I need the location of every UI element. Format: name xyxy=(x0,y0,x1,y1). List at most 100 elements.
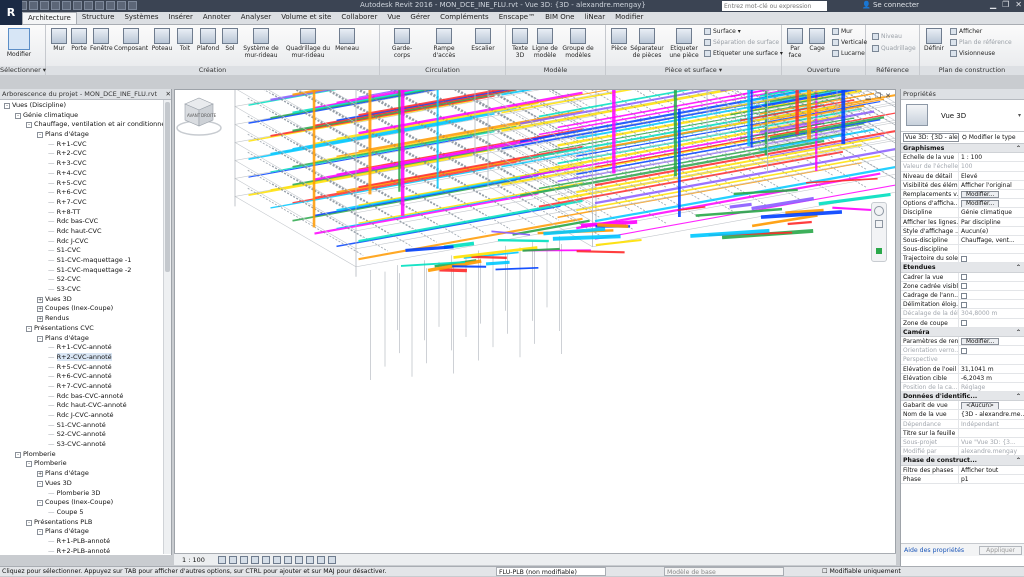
tree-item[interactable]: -Présentations PLB xyxy=(0,518,171,528)
tree-item[interactable]: — Coupe 5 xyxy=(0,508,171,518)
collapse-icon[interactable]: - xyxy=(26,520,32,526)
tree-item[interactable]: — R+2-CVC xyxy=(0,149,171,159)
section-icon[interactable] xyxy=(106,1,115,10)
ribbon-button-ouv-btns-1[interactable]: Cage xyxy=(806,28,828,53)
property-checkbox[interactable] xyxy=(961,293,967,299)
tree-item[interactable]: — R+7-CVC-annoté xyxy=(0,382,171,392)
minimize-view-icon[interactable]: ▁ xyxy=(865,92,870,100)
property-value[interactable]: 1 : 100 xyxy=(959,153,1024,161)
ribbon-button-creation-btns-6[interactable]: Plafond xyxy=(196,28,220,53)
property-checkbox[interactable] xyxy=(961,283,967,289)
ribbon-button-circ-btns-0[interactable]: Garde-corps xyxy=(384,28,420,59)
viewcube-right-label[interactable]: DROITE xyxy=(201,113,217,118)
editable-only-toggle[interactable]: ☐ Modifiable uniquement xyxy=(822,567,901,576)
tree-item[interactable]: — S3-CVC xyxy=(0,285,171,295)
property-edit-button[interactable]: <Aucun> xyxy=(961,402,999,409)
apply-button[interactable]: Appliquer xyxy=(979,546,1022,555)
show-crop-icon[interactable] xyxy=(284,556,292,564)
collapse-section-icon[interactable]: ⌃ xyxy=(1016,328,1021,336)
tree-item[interactable]: — R+4-CVC xyxy=(0,169,171,179)
tree-item[interactable]: -Plans d'étage xyxy=(0,527,171,537)
close-icon[interactable]: ✕ xyxy=(1015,0,1022,9)
viewcube-front-label[interactable]: AVANT xyxy=(187,113,201,118)
text-icon[interactable] xyxy=(84,1,93,10)
wall-opening-button[interactable]: Mur xyxy=(832,28,852,35)
tree-item[interactable]: — S1-CVC-maquettage -2 xyxy=(0,266,171,276)
property-value[interactable]: 31,1041 m xyxy=(959,365,1024,373)
design-option-selector[interactable]: Modèle de base xyxy=(664,567,784,576)
3d-viewport[interactable]: ▁ ❐ ✕ AVANT DROITE xyxy=(174,89,896,555)
tab-2[interactable]: Systèmes xyxy=(119,12,163,24)
tree-item[interactable]: — S3-CVC-annoté xyxy=(0,440,171,450)
property-value[interactable] xyxy=(959,254,1024,262)
type-selector[interactable]: Vue 3D ▾ xyxy=(901,100,1024,132)
tree-item[interactable]: — Rdc haut-CVC-annoté xyxy=(0,401,171,411)
ribbon-button-creation-btns-5[interactable]: Toit xyxy=(176,28,194,53)
close-view-icon[interactable]: ✕ xyxy=(885,92,891,100)
render-icon[interactable] xyxy=(262,556,270,564)
zoom-icon[interactable] xyxy=(875,220,883,228)
ribbon-button-creation-btns-10[interactable]: Meneau xyxy=(334,28,360,53)
properties-help-link[interactable]: Aide des propriétés xyxy=(904,547,964,554)
sign-in-link[interactable]: 👤 Se connecter xyxy=(862,1,919,9)
ribbon-button-circ-btns-1[interactable]: Rampe d'accès xyxy=(422,28,466,59)
ribbon-button-creation-btns-1[interactable]: Porte xyxy=(70,28,88,53)
property-value[interactable]: Modifier... xyxy=(959,190,1024,198)
tree-item[interactable]: -Vues (Discipline) xyxy=(0,101,171,111)
shadows-icon[interactable] xyxy=(251,556,259,564)
tree-item[interactable]: — R+1-CVC-annoté xyxy=(0,343,171,353)
ribbon-button-model-btns-0[interactable]: Texte 3D xyxy=(510,28,530,59)
tree-item[interactable]: -Plomberie xyxy=(0,459,171,469)
tree-item[interactable]: — R+1-CVC xyxy=(0,140,171,150)
print-icon[interactable] xyxy=(62,1,71,10)
tree-item[interactable]: — Rdc bas-CVC xyxy=(0,217,171,227)
tree-item[interactable]: — Rdc J-CVC-annoté xyxy=(0,411,171,421)
area-button[interactable]: Surface ▾ xyxy=(704,28,741,35)
tree-item[interactable]: +Rendus xyxy=(0,314,171,324)
tree-item[interactable]: -Génie climatique xyxy=(0,111,171,121)
property-value[interactable] xyxy=(959,245,1024,253)
ribbon-button-creation-btns-7[interactable]: Sol xyxy=(222,28,238,53)
collapse-icon[interactable]: - xyxy=(15,113,21,119)
tab-14[interactable]: Modifier xyxy=(610,12,648,24)
tree-item[interactable]: -Plans d'étage xyxy=(0,334,171,344)
reveal-hidden-icon[interactable] xyxy=(317,556,325,564)
tag-area-button[interactable]: Etiqueter une surface ▾ xyxy=(704,50,783,57)
view-scale[interactable]: 1 : 100 xyxy=(182,556,205,564)
tree-item[interactable]: — S2-CVC xyxy=(0,275,171,285)
tree-item[interactable]: -Coupes (Inex-Coupe) xyxy=(0,498,171,508)
property-value[interactable] xyxy=(959,291,1024,299)
tree-item[interactable]: — S1-CVC-annoté xyxy=(0,421,171,431)
ribbon-button-piece-btns-2[interactable]: Etiqueter une pièce xyxy=(666,28,702,59)
tab-10[interactable]: Compléments xyxy=(435,12,494,24)
application-menu-button[interactable]: R xyxy=(0,0,22,25)
select-dropdown[interactable]: Sélectionner ▾ xyxy=(0,66,45,75)
property-value[interactable]: Par discipline xyxy=(959,218,1024,226)
property-value[interactable]: -6,2043 m xyxy=(959,374,1024,382)
ribbon-button-piece-btns-0[interactable]: Pièce xyxy=(610,28,628,53)
close-panel-icon[interactable]: ✕ xyxy=(166,89,171,99)
close-views-icon[interactable] xyxy=(128,1,137,10)
property-value[interactable]: Modifier... xyxy=(959,337,1024,345)
ribbon-button-model-btns-2[interactable]: Groupe de modèles xyxy=(560,28,596,59)
ribbon-button-model-btns-1[interactable]: Ligne de modèle xyxy=(532,28,558,59)
property-section[interactable]: Caméra⌃ xyxy=(901,328,1024,337)
property-value[interactable]: Afficher l'original xyxy=(959,181,1024,189)
viewcube[interactable]: AVANT DROITE xyxy=(175,90,223,138)
tree-item[interactable]: — S1-CVC-maquettage -1 xyxy=(0,256,171,266)
tab-11[interactable]: Enscape™ xyxy=(494,12,540,24)
thin-lines-icon[interactable] xyxy=(117,1,126,10)
tree-item[interactable]: +Coupes (Inex-Coupe) xyxy=(0,304,171,314)
tree-item[interactable]: — R+1-PLB-annoté xyxy=(0,537,171,547)
collapse-icon[interactable]: - xyxy=(37,132,43,138)
browser-scrollbar[interactable] xyxy=(163,100,171,554)
tree-item[interactable]: -Chauffage, ventilation et air condition… xyxy=(0,120,171,130)
3d-view-icon[interactable] xyxy=(95,1,104,10)
collapse-icon[interactable]: - xyxy=(37,481,43,487)
minimize-icon[interactable]: ▁ xyxy=(990,0,996,9)
tree-item[interactable]: — R+6-CVC xyxy=(0,188,171,198)
property-section[interactable]: Etendues⌃ xyxy=(901,263,1024,272)
ribbon-button-ouv-btns-0[interactable]: Par face xyxy=(786,28,804,59)
visual-style-icon[interactable] xyxy=(229,556,237,564)
tree-item[interactable]: — Rdc J-CVC xyxy=(0,237,171,247)
